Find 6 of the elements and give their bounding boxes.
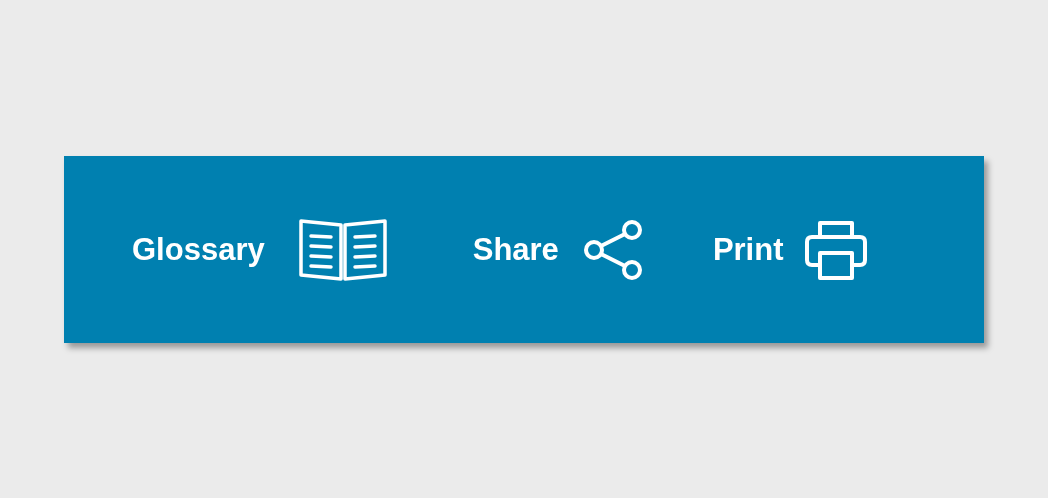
share-icon [582,218,643,281]
glossary-button[interactable]: Glossary [132,218,387,281]
printer-icon [803,218,868,281]
print-button[interactable]: Print [712,218,868,281]
book-icon [298,218,387,281]
share-button[interactable]: Share [472,218,643,281]
